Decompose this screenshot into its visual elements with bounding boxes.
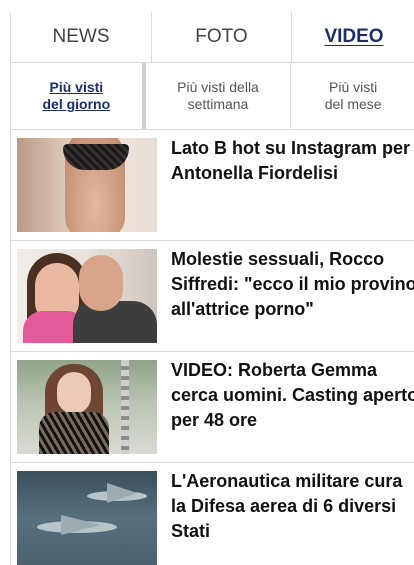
video-title[interactable]: Lato B hot su Instagram per Antonella Fi… <box>171 136 410 240</box>
title-line: la Difesa aerea di 6 diversi <box>171 496 397 516</box>
title-line: Antonella Fiordelisi <box>171 163 339 183</box>
thumbnail-detail <box>121 360 129 454</box>
video-thumbnail[interactable] <box>17 249 157 343</box>
subtab-week[interactable]: Più visti della settimana <box>146 63 292 129</box>
thumbnail-figure <box>79 255 123 311</box>
video-thumbnail[interactable] <box>17 360 157 454</box>
title-line: Molestie sessuali, Rocco <box>171 249 385 269</box>
jet-shape <box>107 483 137 503</box>
video-thumbnail[interactable] <box>17 138 157 232</box>
title-line: L'Aeronautica militare cura <box>171 471 403 491</box>
video-title[interactable]: Molestie sessuali, Rocco Siffredi: "ecco… <box>171 247 414 351</box>
list-item[interactable]: L'Aeronautica militare cura la Difesa ae… <box>11 463 414 565</box>
list-item[interactable]: Lato B hot su Instagram per Antonella Fi… <box>11 130 414 241</box>
video-title[interactable]: VIDEO: Roberta Gemma cerca uomini. Casti… <box>171 358 414 462</box>
most-viewed-widget: NEWS FOTO VIDEO Più visti del giorno Più… <box>10 12 414 565</box>
subtab-month[interactable]: Più visti del mese <box>291 63 414 129</box>
tab-video[interactable]: VIDEO <box>292 12 414 62</box>
subtab-week-label: Più visti della settimana <box>177 79 259 112</box>
title-line: Stati <box>171 521 211 541</box>
thumbnail-detail <box>63 144 129 170</box>
list-item[interactable]: VIDEO: Roberta Gemma cerca uomini. Casti… <box>11 352 414 463</box>
list-item[interactable]: Molestie sessuali, Rocco Siffredi: "ecco… <box>11 241 414 352</box>
title-line: cerca uomini. Casting aperto <box>171 385 414 405</box>
subtab-day-label: Più visti del giorno <box>42 79 111 112</box>
title-line: VIDEO: Roberta Gemma <box>171 360 378 380</box>
title-line: per 48 ore <box>171 410 258 430</box>
category-tabs: NEWS FOTO VIDEO <box>11 12 414 63</box>
period-tabs: Più visti del giorno Più visti della set… <box>11 63 414 130</box>
video-list: Lato B hot su Instagram per Antonella Fi… <box>11 130 414 565</box>
thumbnail-figure <box>39 412 109 454</box>
video-thumbnail[interactable] <box>17 471 157 565</box>
thumbnail-figure <box>57 372 91 414</box>
tab-news[interactable]: NEWS <box>11 12 152 62</box>
thumbnail-figure <box>73 301 157 343</box>
title-line: all'attrice porno" <box>171 299 314 319</box>
tab-foto[interactable]: FOTO <box>152 12 292 62</box>
video-title[interactable]: L'Aeronautica militare cura la Difesa ae… <box>171 469 402 565</box>
jet-shape <box>61 515 101 535</box>
title-line: Siffredi: "ecco il mio provino <box>171 274 414 294</box>
subtab-month-label: Più visti del mese <box>324 79 382 112</box>
subtab-day[interactable]: Più visti del giorno <box>11 63 146 129</box>
title-line: Lato B hot su Instagram per <box>171 138 411 158</box>
